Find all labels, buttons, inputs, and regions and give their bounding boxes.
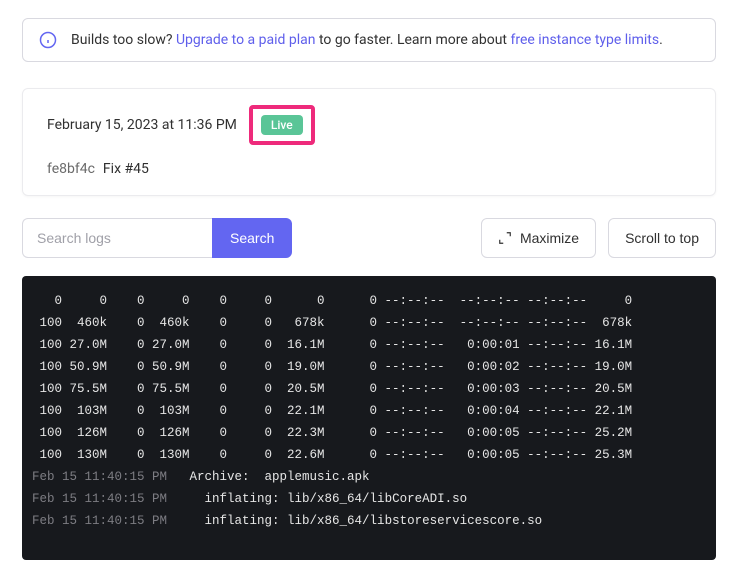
notice-prefix: Builds too slow? — [71, 32, 176, 48]
notice-suffix: . — [659, 32, 663, 48]
log-line: 100 126M 0 126M 0 0 22.3M 0 --:--:-- 0:0… — [32, 422, 706, 444]
notice-mid: to go faster. Learn more about — [315, 32, 510, 48]
build-date: February 15, 2023 at 11:36 PM — [47, 117, 237, 133]
limits-link[interactable]: free instance type limits — [511, 32, 660, 48]
log-line: Feb 15 11:40:15 PM inflating: lib/x86_64… — [32, 488, 706, 510]
search-input[interactable] — [22, 218, 212, 258]
maximize-label: Maximize — [520, 230, 579, 246]
log-line: 100 75.5M 0 75.5M 0 0 20.5M 0 --:--:-- 0… — [32, 378, 706, 400]
log-line: 100 50.9M 0 50.9M 0 0 19.0M 0 --:--:-- 0… — [32, 356, 706, 378]
commit-line: fe8bf4c Fix #45 — [47, 161, 691, 177]
log-line: 100 130M 0 130M 0 0 22.6M 0 --:--:-- 0:0… — [32, 444, 706, 466]
upgrade-link[interactable]: Upgrade to a paid plan — [176, 32, 316, 48]
log-line: 0 0 0 0 0 0 0 0 --:--:-- --:--:-- --:--:… — [32, 290, 706, 312]
scroll-top-button[interactable]: Scroll to top — [608, 218, 716, 258]
log-line: Feb 15 11:40:15 PM inflating: lib/x86_64… — [32, 510, 706, 532]
log-timestamp: Feb 15 11:40:15 PM — [32, 492, 190, 506]
build-card: February 15, 2023 at 11:36 PM Live fe8bf… — [22, 88, 716, 196]
notice-text: Builds too slow? Upgrade to a paid plan … — [71, 32, 663, 48]
log-line: 100 103M 0 103M 0 0 22.1M 0 --:--:-- 0:0… — [32, 400, 706, 422]
search-wrap: Search — [22, 218, 292, 258]
maximize-icon — [498, 231, 512, 245]
log-line: 100 460k 0 460k 0 0 678k 0 --:--:-- --:-… — [32, 312, 706, 334]
log-message: Archive: applemusic.apk — [190, 470, 370, 484]
commit-message: Fix #45 — [103, 161, 149, 177]
search-button[interactable]: Search — [212, 218, 292, 258]
log-line: 100 27.0M 0 27.0M 0 0 16.1M 0 --:--:-- 0… — [32, 334, 706, 356]
log-timestamp: Feb 15 11:40:15 PM — [32, 514, 190, 528]
log-message: inflating: lib/x86_64/libstoreservicesco… — [190, 514, 543, 528]
live-badge-highlight: Live — [249, 105, 315, 145]
log-message: inflating: lib/x86_64/libCoreADI.so — [190, 492, 468, 506]
log-line: Feb 15 11:40:15 PM Archive: applemusic.a… — [32, 466, 706, 488]
scroll-top-label: Scroll to top — [625, 230, 699, 246]
log-timestamp: Feb 15 11:40:15 PM — [32, 470, 190, 484]
log-controls: Search Maximize Scroll to top — [22, 218, 716, 258]
log-panel[interactable]: 0 0 0 0 0 0 0 0 --:--:-- --:--:-- --:--:… — [22, 276, 716, 560]
commit-hash: fe8bf4c — [47, 161, 95, 177]
upgrade-notice: Builds too slow? Upgrade to a paid plan … — [22, 18, 716, 62]
maximize-button[interactable]: Maximize — [481, 218, 596, 258]
live-badge: Live — [261, 115, 303, 135]
info-icon — [39, 31, 57, 49]
